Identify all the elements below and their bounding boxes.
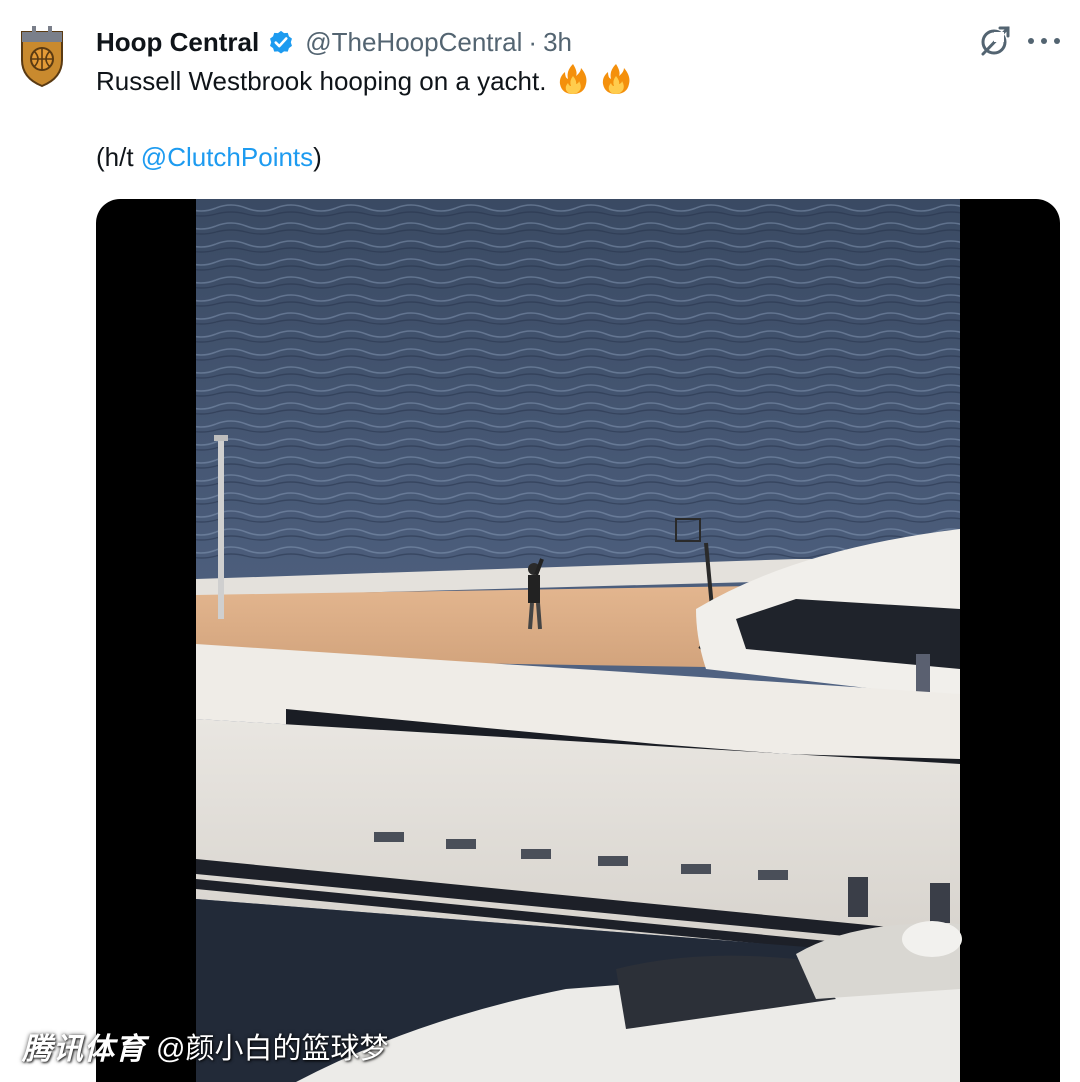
separator-dot: · [528, 26, 538, 57]
user-handle[interactable]: @TheHoopCentral [305, 27, 522, 58]
mention-link[interactable]: @ClutchPoints [141, 142, 313, 172]
hat-tip-suffix: ) [313, 142, 322, 172]
avatar[interactable] [18, 26, 66, 88]
tweet-header: Hoop Central @TheHoopCentral · 3h [96, 24, 572, 60]
tweet-card[interactable]: Hoop Central @TheHoopCentral · 3h Russel… [0, 0, 1080, 1082]
hat-tip-prefix: (h/t [96, 142, 141, 172]
tweet-text-content: Russell Westbrook hooping on a yacht. [96, 66, 547, 96]
fire-emoji-icon [556, 62, 590, 96]
watermark-user: @颜小白的篮球梦 [156, 1033, 389, 1065]
hat-tip-line: (h/t @ClutchPoints) [96, 138, 322, 176]
video-player[interactable] [96, 199, 1060, 1082]
more-dot [1054, 38, 1060, 44]
watermark-brand: 腾讯体育 [22, 1033, 146, 1066]
video-content [196, 199, 962, 1082]
more-dot [1041, 38, 1047, 44]
more-dot [1028, 38, 1034, 44]
more-icon[interactable] [1028, 28, 1060, 54]
timestamp[interactable]: 3h [543, 27, 572, 58]
tweet-text: Russell Westbrook hooping on a yacht. [96, 62, 633, 100]
watermark: 腾讯体育 @颜小白的篮球梦 [22, 1024, 388, 1068]
grok-icon[interactable] [978, 24, 1012, 58]
fire-emoji-icon [599, 62, 633, 96]
video-frame [196, 199, 962, 1082]
verified-badge-icon[interactable] [267, 28, 295, 56]
display-name[interactable]: Hoop Central [96, 27, 259, 58]
